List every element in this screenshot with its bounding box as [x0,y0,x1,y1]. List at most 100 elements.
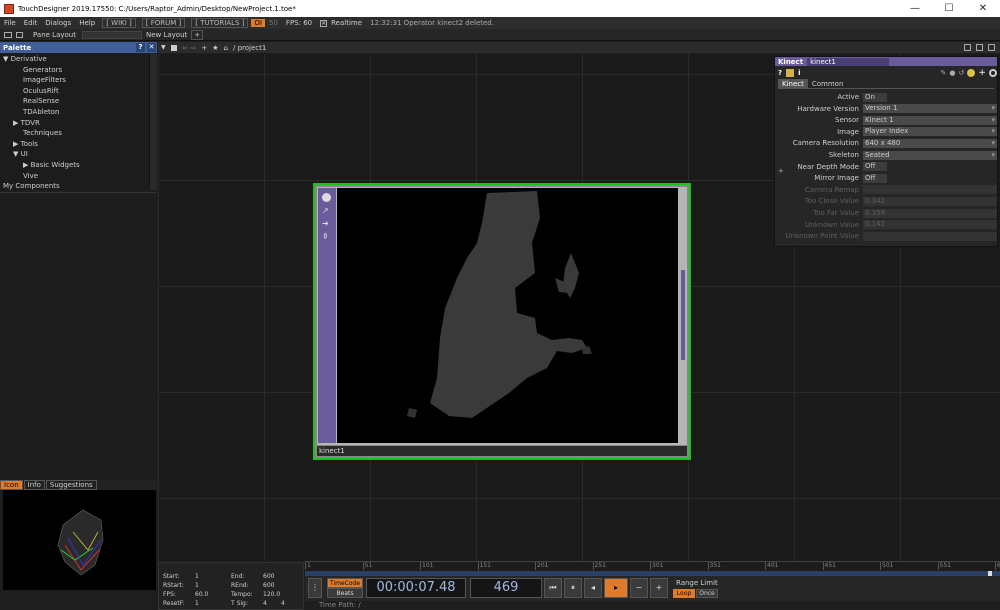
network-path[interactable]: / project1 [233,44,266,52]
layout-icon[interactable] [4,31,12,38]
tab-info[interactable]: Info [23,480,45,490]
expand-plus-icon[interactable]: + [778,167,784,175]
palette-help-button[interactable]: ? [136,43,145,52]
kinect-node[interactable]: ↗ ➔ ⚱ kinect1 [313,183,691,460]
fps-value[interactable]: 60.0 [195,591,208,599]
time-display[interactable]: 00:00:07.48 [366,578,466,598]
palette-item[interactable]: Techniques [0,128,149,139]
oi-indicator[interactable]: OI [251,19,265,27]
pane-split-icon[interactable] [964,44,971,51]
param-value[interactable]: Off [863,162,887,172]
minimize-button[interactable]: — [898,0,932,17]
palette-close-button[interactable]: ✕ [147,43,156,52]
palette-scrollbar[interactable] [149,54,157,190]
tempo-value[interactable]: 120.0 [263,591,280,599]
param-value[interactable] [863,185,997,195]
palette-item[interactable]: Generators [0,65,149,76]
pin-icon[interactable] [16,31,23,38]
tsig-value-a[interactable]: 4 [263,600,267,608]
transport-handle-icon[interactable]: ⋮ [308,578,322,598]
node-forward-icon[interactable]: ➔ [322,219,331,228]
home-icon[interactable]: ⌂ [224,44,228,52]
menu-edit[interactable]: Edit [20,19,42,27]
param-value[interactable]: Version 1 [863,104,997,114]
palette-item[interactable]: RealSense [0,96,149,107]
param-tab-kinect[interactable]: Kinect [778,79,808,88]
param-value[interactable] [863,231,997,241]
bookmark-icon[interactable]: ★ [212,44,218,52]
add-layout-button[interactable]: + [191,29,204,40]
palette-item[interactable]: ▶ Basic Widgets [0,160,149,171]
palette-item[interactable]: ImageFilters [0,75,149,86]
palette-item[interactable]: My Components [0,181,149,192]
op-name-field[interactable]: kinect1 [807,57,890,66]
add-icon[interactable]: + [978,68,986,78]
wrench-icon[interactable]: ✎ [940,69,946,77]
maximize-button[interactable]: ☐ [932,0,966,17]
loop-toggle[interactable]: Loop [673,589,695,598]
layout-slots[interactable] [81,30,142,39]
tag-icon[interactable]: ↺ [958,69,964,77]
param-value[interactable]: On [863,92,887,102]
pane-menu-icon[interactable]: ▼ [161,44,166,51]
node-scroll-indicator[interactable] [681,270,685,360]
comment-icon[interactable]: ● [949,69,955,77]
resetf-value[interactable]: 1 [195,600,199,608]
end-value[interactable]: 600 [263,573,274,581]
palette-item[interactable]: ▶ Tools [0,139,149,150]
forward-icon[interactable]: ⇨ [191,44,197,52]
frame-display[interactable]: 469 [470,578,542,598]
timeline-ruler[interactable]: 151101151201251301351401451501551600 [305,561,1000,571]
param-value[interactable]: Seated [863,150,997,160]
add-pane-icon[interactable]: + [201,44,207,52]
tsig-value-b[interactable]: 4 [281,600,285,608]
menu-file[interactable]: File [0,19,20,27]
pause-icon[interactable]: ⏸ [564,578,582,598]
node-paint-icon[interactable]: ⚱ [322,232,331,241]
palette-item[interactable]: ▶ TDVR [0,118,149,129]
step-forward-icon[interactable]: + [650,578,668,598]
depth-image-viewer[interactable] [337,188,678,443]
palette-item[interactable]: OculusRift [0,86,149,97]
param-value[interactable]: Kinect 1 [863,115,997,125]
param-value[interactable]: 0.142 [863,220,997,230]
palette-item[interactable]: ▼ UI [0,149,149,160]
tutorials-link[interactable]: [ TUTORIALS ] [191,18,249,28]
play-forward-icon[interactable]: ▸ [604,578,628,598]
palette-item[interactable]: TDAbleton [0,107,149,118]
rend-value[interactable]: 600 [263,582,274,590]
node-name-label[interactable]: kinect1 [317,446,687,456]
wiki-link[interactable]: [ WIKI ] [102,18,136,28]
param-value[interactable]: 0.342 [863,196,997,206]
python-icon[interactable] [786,68,795,77]
param-value[interactable]: Off [863,173,887,183]
play-reverse-icon[interactable]: ◂ [584,578,602,598]
stop-icon[interactable] [170,44,177,51]
node-view-icon[interactable] [322,193,331,202]
color-icon[interactable] [967,68,976,77]
palette-item[interactable]: ▼ Derivative [0,54,149,65]
target-icon[interactable] [988,68,997,77]
forum-link[interactable]: [ FORUM ] [141,18,186,28]
node-pin-icon[interactable]: ↗ [322,206,331,215]
param-value[interactable]: 640 x 480 [863,138,997,148]
menu-help[interactable]: Help [75,19,99,27]
rewind-icon[interactable]: ⏮ [544,578,562,598]
step-back-icon[interactable]: − [630,578,648,598]
pane-split-icon-2[interactable] [976,44,983,51]
menu-dialogs[interactable]: Dialogs [41,19,75,27]
help-icon[interactable]: ? [778,69,782,77]
once-toggle[interactable]: Once [696,589,718,598]
rstart-value[interactable]: 1 [195,582,199,590]
param-tab-common[interactable]: Common [808,79,848,88]
info-icon[interactable]: i [798,69,800,77]
start-value[interactable]: 1 [195,573,199,581]
tab-icon[interactable]: Icon [0,480,23,490]
pane-max-icon[interactable] [988,44,995,51]
beats-toggle[interactable]: Beats [327,588,363,598]
back-icon[interactable]: ⇦ [182,44,188,52]
close-button[interactable]: ✕ [966,0,1000,17]
tab-suggestions[interactable]: Suggestions [45,480,97,490]
timecode-toggle[interactable]: TimeCode [327,578,363,588]
palette-item[interactable]: Vive [0,171,149,182]
